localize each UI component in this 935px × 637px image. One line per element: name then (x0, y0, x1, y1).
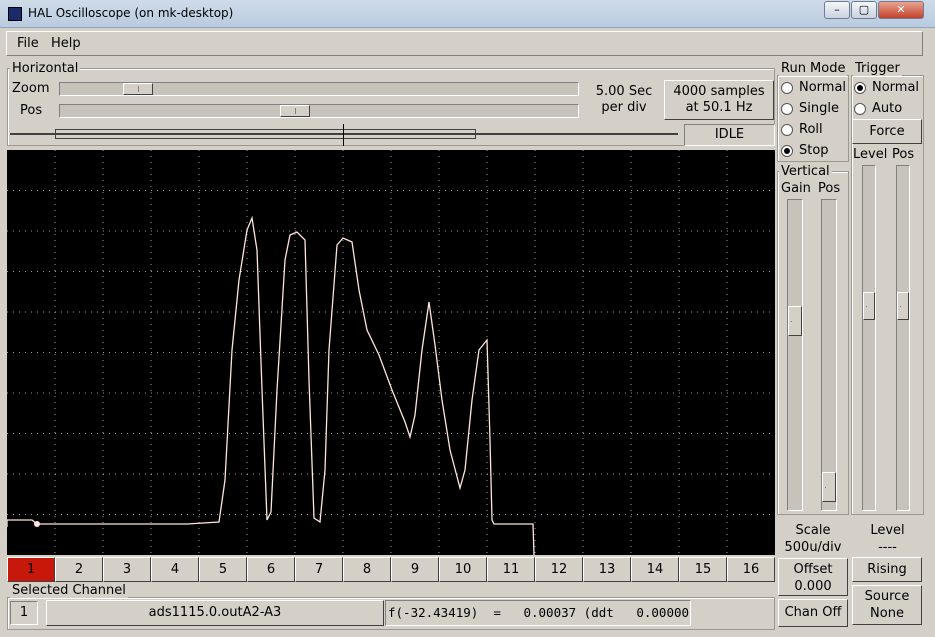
channel-button-3[interactable]: 3 (103, 557, 151, 582)
offset-label: Offset (793, 562, 833, 577)
cursor-readout: f(-32.43419) = 0.00037 (ddt 0.00000) (385, 600, 691, 626)
time-per-div-unit: per div (601, 100, 647, 115)
channel-1-trace (6, 215, 535, 556)
trace-marker (34, 521, 40, 527)
chan-off-button[interactable]: Chan Off (778, 599, 848, 627)
channel-button-8[interactable]: 8 (343, 557, 391, 582)
channel-button-9[interactable]: 9 (391, 557, 439, 582)
pos-slider-thumb[interactable] (279, 105, 310, 117)
trigger-mode-option-normal[interactable]: Normal (872, 80, 919, 95)
channel-button-13[interactable]: 13 (583, 557, 631, 582)
menu-file[interactable]: File (17, 36, 39, 51)
channel-button-12[interactable]: 12 (535, 557, 583, 582)
selected-channel-label: Selected Channel (10, 583, 128, 598)
channel-source-button[interactable]: ads1115.0.outA2-A3 (46, 600, 384, 626)
zoom-slider-thumb[interactable] (123, 83, 154, 95)
trigger-source-button[interactable]: Source None (852, 585, 922, 625)
samples-button[interactable]: 4000 samples at 50.1 Hz (664, 80, 774, 120)
vertical-gain-label: Gain (781, 181, 811, 196)
time-per-div-value: 5.00 Sec (595, 84, 653, 99)
channel-button-11[interactable]: 11 (487, 557, 535, 582)
trigger-mode-radio-auto[interactable] (854, 103, 866, 115)
zoom-slider[interactable] (59, 82, 579, 96)
trigger-source-value: None (870, 606, 904, 621)
pos-label: Pos (20, 103, 43, 118)
trigger-level-readout-label: Level (870, 523, 905, 538)
trigger-pos-label: Pos (892, 147, 915, 162)
app-icon (8, 7, 22, 21)
trigger-mode-option-auto[interactable]: Auto (872, 101, 902, 116)
channel-button-10[interactable]: 10 (439, 557, 487, 582)
trigger-pos-thumb[interactable] (897, 292, 909, 321)
vertical-gain-slider[interactable] (787, 199, 803, 511)
trigger-level-readout: Level ---- (851, 522, 924, 556)
scope-display[interactable] (6, 150, 775, 556)
close-button[interactable]: ✕ (878, 1, 924, 19)
channel-button-7[interactable]: 7 (295, 557, 343, 582)
trigger-level-thumb[interactable] (863, 292, 875, 321)
trigger-mode-radio-normal[interactable] (854, 82, 866, 94)
channel-button-2[interactable]: 2 (55, 557, 103, 582)
vertical-pos-slider[interactable] (821, 199, 837, 511)
trigger-level-label: Level (853, 147, 888, 162)
scale-value: 500u/div (784, 540, 842, 555)
status-display: IDLE (684, 124, 775, 146)
offset-value: 0.000 (794, 579, 832, 594)
channel-button-15[interactable]: 15 (679, 557, 727, 582)
run-mode-radio-normal[interactable] (781, 82, 793, 94)
run-mode-radio-roll[interactable] (781, 124, 793, 136)
selected-channel-number: 1 (10, 601, 38, 625)
run-mode-radio-stop[interactable] (781, 145, 793, 157)
scale-label: Scale (795, 523, 831, 538)
scale-readout: Scale 500u/div (777, 522, 849, 556)
menu-help[interactable]: Help (51, 36, 81, 51)
time-per-div: 5.00 Sec per div (584, 84, 664, 116)
run-mode-option-single[interactable]: Single (799, 101, 839, 116)
trigger-pos-slider[interactable] (896, 165, 910, 511)
channel-button-4[interactable]: 4 (151, 557, 199, 582)
channel-button-6[interactable]: 6 (247, 557, 295, 582)
channel-button-1[interactable]: 1 (7, 557, 55, 582)
scope-canvas (6, 150, 775, 556)
run-mode-radio-single[interactable] (781, 103, 793, 115)
run-mode-label: Run Mode (779, 61, 848, 76)
trigger-position-marker (343, 124, 344, 146)
record-window-indicator[interactable] (55, 129, 476, 139)
maximize-button[interactable]: ▢ (851, 1, 877, 19)
force-button[interactable]: Force (852, 119, 922, 144)
horizontal-label: Horizontal (10, 61, 81, 76)
trigger-level-readout-value: ---- (878, 540, 897, 555)
trigger-edge-button[interactable]: Rising (852, 557, 922, 582)
samples-count: 4000 samples (673, 84, 765, 99)
window-title: HAL Oscilloscope (on mk-desktop) (28, 6, 234, 20)
menu-bar (6, 31, 923, 56)
pos-slider[interactable] (59, 104, 579, 118)
trigger-label: Trigger (853, 61, 902, 76)
minimize-button[interactable]: – (824, 1, 850, 19)
vertical-gain-thumb[interactable] (788, 306, 802, 337)
channel-button-14[interactable]: 14 (631, 557, 679, 582)
sample-rate: at 50.1 Hz (685, 100, 753, 115)
vertical-pos-label: Pos (818, 181, 841, 196)
vertical-label: Vertical (779, 164, 832, 179)
trigger-level-slider[interactable] (862, 165, 876, 511)
trigger-source-label: Source (864, 589, 910, 604)
run-mode-option-roll[interactable]: Roll (799, 122, 823, 137)
channel-button-16[interactable]: 16 (727, 557, 775, 582)
run-mode-option-normal[interactable]: Normal (799, 80, 846, 95)
channel-button-5[interactable]: 5 (199, 557, 247, 582)
offset-button[interactable]: Offset 0.000 (778, 558, 848, 596)
zoom-label: Zoom (12, 81, 50, 96)
run-mode-option-stop[interactable]: Stop (799, 143, 829, 158)
vertical-pos-thumb[interactable] (822, 471, 836, 502)
